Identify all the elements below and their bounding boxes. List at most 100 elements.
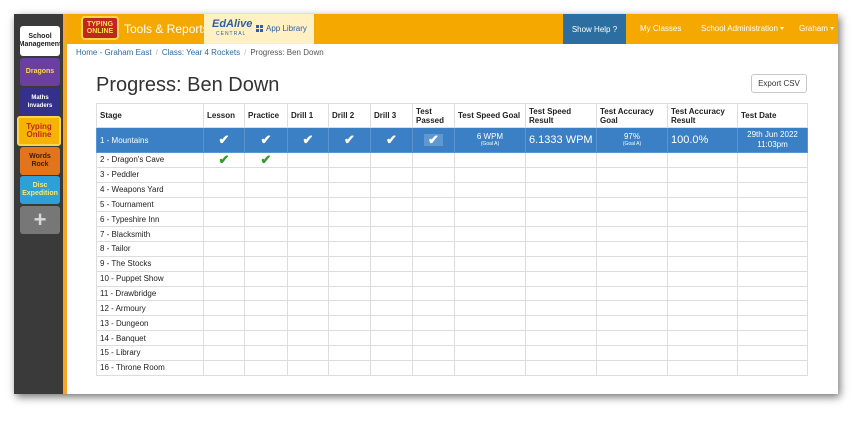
table-cell bbox=[244, 330, 288, 346]
table-cell bbox=[203, 300, 245, 317]
drill3-check-cell: ✔ bbox=[370, 127, 413, 153]
dragons-app-tile[interactable]: Dragons bbox=[20, 58, 60, 86]
table-row[interactable]: 4 - Weapons Yard bbox=[96, 181, 808, 198]
my-classes-link[interactable]: My Classes bbox=[640, 24, 681, 33]
edalive-logo[interactable]: EdAlive bbox=[212, 18, 252, 30]
column-header: Test Accuracy Goal bbox=[596, 103, 668, 128]
table-row[interactable]: 13 - Dungeon bbox=[96, 315, 808, 332]
table-cell bbox=[370, 300, 413, 317]
table-row[interactable]: 11 - Drawbridge bbox=[96, 285, 808, 302]
table-cell bbox=[412, 255, 455, 272]
stage-cell: 12 - Armoury bbox=[96, 300, 204, 317]
disc-expedition-app-tile[interactable]: Disc Expedition bbox=[20, 176, 60, 204]
checkmark-icon: ✔ bbox=[428, 132, 439, 147]
stage-cell: 16 - Throne Room bbox=[96, 359, 204, 376]
drill2-check-cell: ✔ bbox=[328, 127, 371, 153]
table-cell bbox=[328, 255, 371, 272]
table-row[interactable]: 10 - Puppet Show bbox=[96, 270, 808, 287]
table-cell bbox=[596, 315, 668, 332]
table-cell bbox=[667, 359, 738, 376]
table-cell bbox=[328, 270, 371, 287]
breadcrumb-current: Progress: Ben Down bbox=[250, 48, 324, 57]
table-cell bbox=[287, 255, 329, 272]
table-cell bbox=[667, 152, 738, 168]
app-library-label: App Library bbox=[266, 24, 307, 33]
table-cell bbox=[244, 315, 288, 332]
table-row[interactable]: 9 - The Stocks bbox=[96, 255, 808, 272]
add-app-icon[interactable]: + bbox=[20, 206, 60, 234]
table-cell bbox=[328, 300, 371, 317]
brand-title[interactable]: Tools & Reports bbox=[124, 22, 209, 36]
accuracy-goal-sub: (Goal A) bbox=[622, 141, 642, 147]
table-cell bbox=[454, 226, 526, 243]
show-help-button[interactable]: Show Help ? bbox=[563, 14, 626, 44]
table-cell bbox=[412, 285, 455, 302]
table-cell bbox=[737, 196, 808, 213]
table-cell bbox=[244, 196, 288, 213]
user-menu-dropdown[interactable]: Graham bbox=[799, 24, 834, 33]
table-cell bbox=[203, 270, 245, 287]
test-date-cell: 29th Jun 2022 11:03pm bbox=[737, 127, 808, 153]
table-cell bbox=[203, 285, 245, 302]
lesson-check-cell: ✔ bbox=[203, 152, 245, 168]
words-rock-app-tile[interactable]: Words Rock bbox=[20, 147, 60, 175]
table-row[interactable]: 7 - Blacksmith bbox=[96, 226, 808, 243]
table-row[interactable]: 5 - Tournament bbox=[96, 196, 808, 213]
table-cell bbox=[370, 270, 413, 287]
table-row-active[interactable]: 1 - Mountains ✔ ✔ ✔ ✔ ✔ ✔ 6 WPM (Goal A) … bbox=[96, 127, 808, 153]
table-cell bbox=[203, 166, 245, 183]
school-management-app-tile[interactable]: School Management bbox=[20, 26, 60, 56]
table-cell bbox=[328, 166, 371, 183]
table-cell bbox=[287, 315, 329, 332]
table-cell bbox=[525, 330, 597, 346]
app-library-link[interactable]: App Library bbox=[256, 24, 307, 33]
table-cell bbox=[412, 270, 455, 287]
table-cell bbox=[370, 226, 413, 243]
typing-online-logo[interactable]: TYPING ONLINE bbox=[81, 16, 119, 40]
table-cell bbox=[525, 344, 597, 361]
table-cell bbox=[596, 152, 668, 168]
column-header: Test Accuracy Result bbox=[667, 103, 738, 128]
stage-cell: 1 - Mountains bbox=[96, 127, 204, 153]
table-cell bbox=[596, 226, 668, 243]
test-passed-cell: ✔ bbox=[412, 127, 455, 153]
school-administration-dropdown[interactable]: School Administration bbox=[701, 24, 784, 33]
table-row[interactable]: 14 - Banquet bbox=[96, 330, 808, 346]
table-cell bbox=[328, 285, 371, 302]
table-cell bbox=[454, 211, 526, 228]
table-cell bbox=[203, 196, 245, 213]
table-row[interactable]: 2 - Dragon's Cave ✔ ✔ bbox=[96, 152, 808, 168]
table-cell bbox=[737, 270, 808, 287]
table-row[interactable]: 12 - Armoury bbox=[96, 300, 808, 317]
typing-online-app-tile[interactable]: Typing Online bbox=[17, 116, 61, 146]
table-cell bbox=[370, 255, 413, 272]
table-cell bbox=[525, 241, 597, 257]
table-row[interactable]: 16 - Throne Room bbox=[96, 359, 808, 376]
breadcrumb-class-link[interactable]: Class: Year 4 Rockets bbox=[162, 48, 240, 57]
table-row[interactable]: 3 - Peddler bbox=[96, 166, 808, 183]
table-cell bbox=[737, 330, 808, 346]
table-cell bbox=[454, 181, 526, 198]
table-cell bbox=[203, 344, 245, 361]
test-date-value: 29th Jun 2022 bbox=[747, 130, 798, 139]
column-header: Test Speed Result bbox=[525, 103, 597, 128]
table-row[interactable]: 15 - Library bbox=[96, 344, 808, 361]
checkmark-icon: ✔ bbox=[302, 132, 314, 147]
stage-cell: 10 - Puppet Show bbox=[96, 270, 204, 287]
table-cell bbox=[737, 181, 808, 198]
breadcrumb-home-link[interactable]: Home - Graham East bbox=[76, 48, 152, 57]
table-row[interactable]: 6 - Typeshire Inn bbox=[96, 211, 808, 228]
table-cell bbox=[287, 196, 329, 213]
table-cell bbox=[412, 211, 455, 228]
table-cell bbox=[667, 255, 738, 272]
export-csv-button[interactable]: Export CSV bbox=[751, 74, 807, 93]
practice-check-cell: ✔ bbox=[244, 127, 288, 153]
table-cell bbox=[596, 181, 668, 198]
maths-invaders-app-tile[interactable]: Maths Invaders bbox=[20, 88, 60, 116]
edalive-central-panel: EdAlive CENTRAL App Library bbox=[204, 14, 314, 44]
table-cell bbox=[328, 241, 371, 257]
speed-goal-sub: (Goal A) bbox=[480, 141, 500, 147]
table-cell bbox=[596, 255, 668, 272]
table-cell bbox=[667, 226, 738, 243]
table-row[interactable]: 8 - Tailor bbox=[96, 241, 808, 257]
